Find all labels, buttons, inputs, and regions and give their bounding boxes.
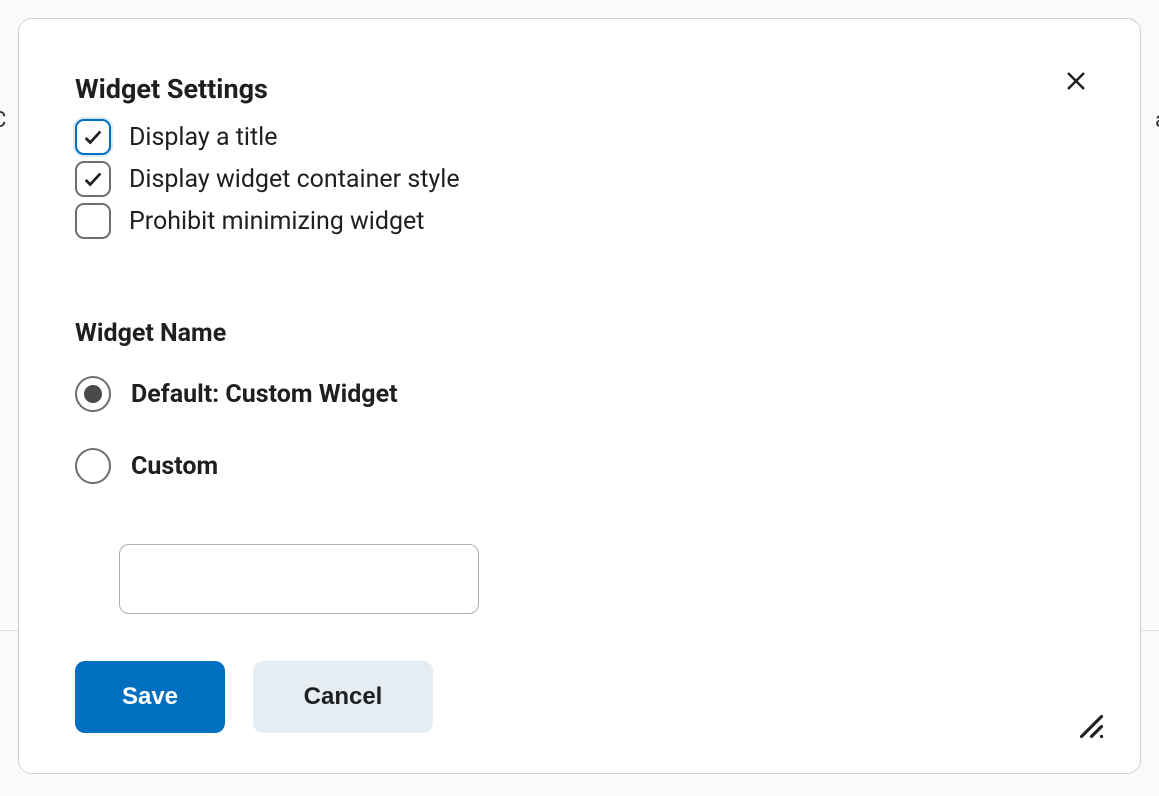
custom-name-input[interactable] [119,544,479,614]
close-icon [1064,81,1088,96]
dialog-footer: Save Cancel [75,661,1084,733]
backdrop-hint-right: a [1155,108,1159,133]
radio-custom[interactable] [75,448,111,484]
dialog-header: Widget Settings [75,73,1084,119]
checkbox-prohibit-minimizing[interactable] [75,203,111,239]
radio-row-default: Default: Custom Widget [75,376,1084,412]
checkbox-row-display-title: Display a title [75,119,1084,155]
backdrop-hint-left: C [0,108,6,133]
radio-label-default[interactable]: Default: Custom Widget [131,380,398,409]
radio-group-widget-name: Default: Custom Widget Custom [75,376,1084,614]
radio-row-custom: Custom [75,448,1084,484]
checkbox-display-title[interactable] [75,119,111,155]
checkbox-label-prohibit-minimizing[interactable]: Prohibit minimizing widget [129,207,424,236]
checkbox-container-style[interactable] [75,161,111,197]
checkbox-label-container-style[interactable]: Display widget container style [129,165,460,194]
checkbox-row-container-style: Display widget container style [75,161,1084,197]
close-button[interactable] [1060,65,1092,100]
checkbox-group: Display a title Display widget container… [75,119,1084,239]
radio-label-custom[interactable]: Custom [131,452,218,481]
checkbox-row-prohibit-minimizing: Prohibit minimizing widget [75,203,1084,239]
dialog-title: Widget Settings [75,73,268,105]
cancel-button[interactable]: Cancel [253,661,433,733]
resize-icon [1074,724,1104,743]
checkbox-label-display-title[interactable]: Display a title [129,123,278,152]
radio-default[interactable] [75,376,111,412]
widget-settings-dialog: Widget Settings Display a title Display … [18,18,1141,774]
save-button[interactable]: Save [75,661,225,733]
resize-handle[interactable] [1074,709,1104,743]
widget-name-label: Widget Name [75,319,1084,348]
